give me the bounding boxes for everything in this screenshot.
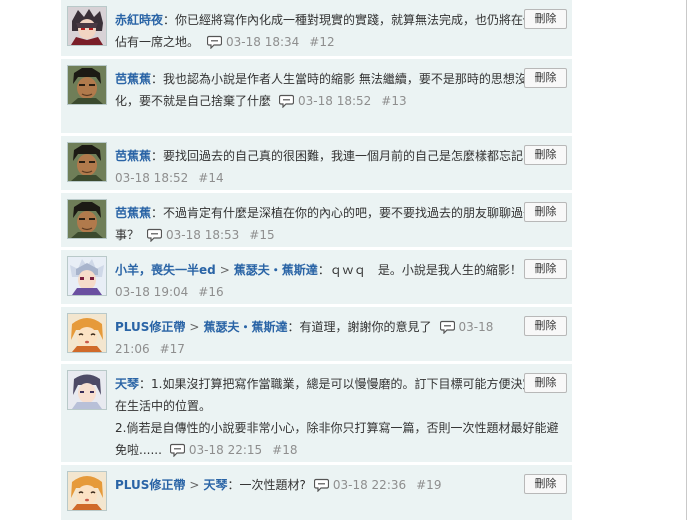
delete-button[interactable]: 刪除: [524, 373, 567, 393]
comment-username[interactable]: 赤紅時夜: [115, 13, 163, 27]
comment-item: 天琴：1.如果沒打算把寫作當職業，總是可以慢慢磨的。訂下目標可能方便決定創作在生…: [61, 364, 572, 462]
avatar[interactable]: [67, 6, 107, 46]
reply-target-username[interactable]: 蕉瑟夫・蕉斯達: [203, 320, 287, 334]
comment-number[interactable]: #15: [249, 228, 274, 242]
comment-item: 赤紅時夜：你已經將寫作內化成一種對現實的實踐，就算無法完成，也仍將在你心中佔有一…: [61, 0, 572, 56]
comment-text: ：有道理，謝謝你的意見了: [287, 320, 432, 334]
delete-button[interactable]: 刪除: [524, 9, 567, 29]
avatar[interactable]: [67, 142, 107, 182]
comment-number[interactable]: #17: [160, 342, 185, 356]
comment-item: PLUS修正帶 > 蕉瑟夫・蕉斯達：有道理，謝謝你的意見了 03-18 21:06 #1…: [61, 307, 572, 361]
comment-item: 芭蕉蕉：不過肯定有什麼是深植在你的內心的吧，要不要找過去的朋友聊聊過去的事？ 03…: [61, 193, 572, 247]
comment-username[interactable]: 芭蕉蕉: [115, 72, 151, 86]
comment-username[interactable]: 芭蕉蕉: [115, 149, 151, 163]
avatar[interactable]: [67, 65, 107, 105]
delete-button[interactable]: 刪除: [524, 259, 567, 279]
comment-number[interactable]: #14: [198, 171, 223, 185]
reply-target-username[interactable]: 天琴: [203, 478, 227, 492]
comment-number[interactable]: #13: [381, 94, 406, 108]
comment-text: ：ｑｗｑ 是。小說是我人生的縮影！: [317, 263, 522, 277]
reply-icon[interactable]: [279, 94, 294, 108]
reply-icon[interactable]: [147, 228, 162, 242]
avatar[interactable]: [67, 370, 107, 410]
comment-time: 03-18 22:36: [332, 478, 407, 492]
comment-time: 03-18 18:52: [115, 171, 189, 185]
comment-text: ：要找回過去的自己真的很困難，我連一個月前的自己是怎麼樣都忘記了: [151, 149, 536, 163]
comment-number[interactable]: #19: [416, 478, 441, 492]
delete-button[interactable]: 刪除: [524, 202, 567, 222]
comment-number[interactable]: #16: [198, 285, 223, 299]
reply-icon[interactable]: [440, 320, 455, 334]
comment-time: 03-18 18:52: [298, 94, 372, 108]
comment-item: 芭蕉蕉：要找回過去的自己真的很困難，我連一個月前的自己是怎麼樣都忘記了 03-18…: [61, 136, 572, 190]
comment-time: 03-18 18:53: [166, 228, 240, 242]
reply-target-username[interactable]: 蕉瑟夫・蕉斯達: [234, 263, 318, 277]
comment-number[interactable]: #18: [272, 443, 297, 457]
comment-time: 03-18 19:04: [115, 285, 189, 299]
reply-icon[interactable]: [170, 443, 185, 457]
avatar[interactable]: [67, 313, 107, 353]
delete-button[interactable]: 刪除: [524, 145, 567, 165]
reply-arrow: >: [219, 263, 230, 277]
delete-button[interactable]: 刪除: [524, 474, 567, 494]
comment-username[interactable]: 天琴: [115, 377, 139, 391]
avatar[interactable]: [67, 471, 107, 511]
reply-icon[interactable]: [314, 478, 329, 492]
comment-time: 03-18 18:34: [226, 35, 300, 49]
comment-text: ：你已經將寫作內化成一種對現實的實踐，就算無法完成，也仍將在你心中佔有一席之地。: [115, 13, 560, 49]
comment-item: PLUS修正帶 > 天琴：一次性題材? 03-18 22:36 #19 刪除: [61, 465, 572, 520]
delete-button[interactable]: 刪除: [524, 68, 567, 88]
comment-username[interactable]: 小羊，喪失一半ed: [115, 263, 216, 277]
avatar[interactable]: [67, 256, 107, 296]
page-border: [686, 0, 687, 520]
comment-item: 小羊，喪失一半ed > 蕉瑟夫・蕉斯達：ｑｗｑ 是。小說是我人生的縮影！ 03-18 …: [61, 250, 572, 304]
avatar[interactable]: [67, 199, 107, 239]
reply-arrow: >: [189, 478, 200, 492]
comment-username[interactable]: PLUS修正帶: [115, 320, 185, 334]
comment-item: 芭蕉蕉：我也認為小說是作者人生當時的縮影 無法繼續，要不是那時的思想沒有被內化，…: [61, 59, 572, 133]
delete-button[interactable]: 刪除: [524, 316, 567, 336]
comment-username[interactable]: 芭蕉蕉: [115, 206, 151, 220]
reply-arrow: >: [189, 320, 200, 334]
reply-icon[interactable]: [207, 35, 222, 49]
comment-number[interactable]: #12: [309, 35, 334, 49]
comment-username[interactable]: PLUS修正帶: [115, 478, 185, 492]
comment-text: ：一次性題材?: [227, 478, 306, 492]
comment-time: 03-18 22:15: [188, 443, 263, 457]
comment-text: ：1.如果沒打算把寫作當職業，總是可以慢慢磨的。訂下目標可能方便決定創作在生活中…: [115, 377, 559, 413]
comment-list: 赤紅時夜：你已經將寫作內化成一種對現實的實踐，就算無法完成，也仍將在你心中佔有一…: [61, 0, 572, 520]
